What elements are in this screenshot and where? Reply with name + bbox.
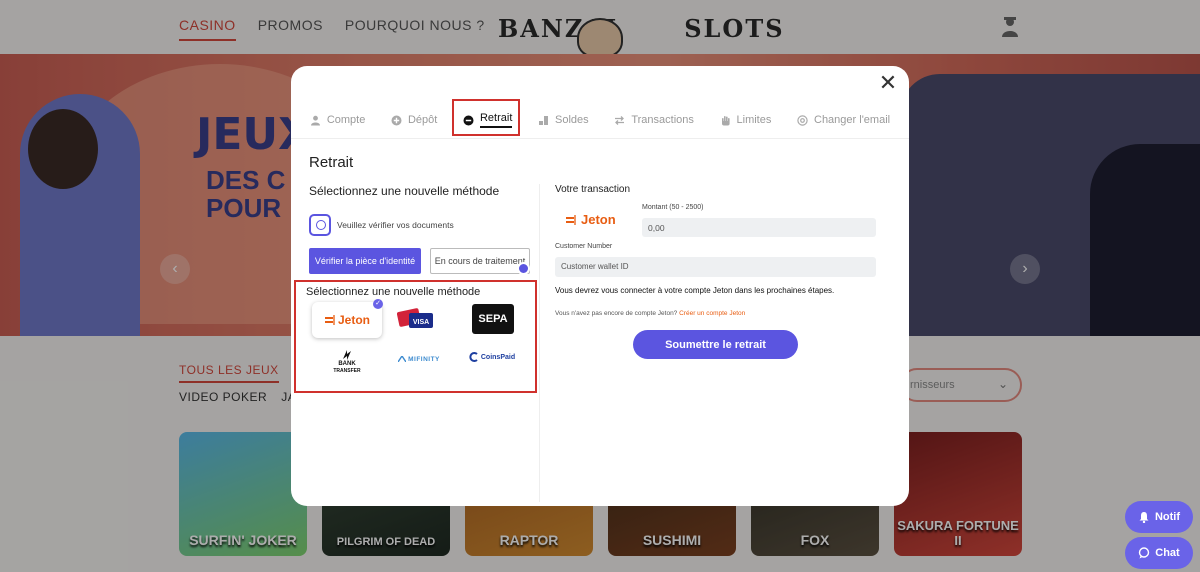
selected-method-name: Jeton [581, 212, 616, 227]
method-sepa[interactable]: SEPA [472, 304, 514, 334]
visa-card-icon: VISA [397, 308, 433, 328]
method-label: Jeton [337, 313, 370, 327]
submit-withdrawal-button[interactable]: Soumettre le retrait [633, 330, 798, 359]
methods-title: Sélectionnez une nouvelle méthode [306, 286, 481, 298]
withdrawal-tab-highlight [452, 99, 520, 136]
at-icon [797, 114, 808, 126]
tab-deposit[interactable]: Dépôt [391, 110, 437, 130]
selected-method-logo: Jeton [565, 212, 616, 227]
visa-text: VISA [413, 319, 429, 326]
transaction-column: Votre transaction Jeton Montant (50 - 25… [555, 184, 895, 359]
mifinity-logo-icon [398, 356, 407, 362]
tab-label: Transactions [631, 114, 694, 126]
withdrawal-modal: ✕ Compte Dépôt Retrait Soldes Transactio… [291, 66, 909, 506]
jeton-logo-icon [324, 315, 335, 325]
tab-account[interactable]: Compte [310, 110, 366, 130]
method-jeton[interactable]: Jeton [312, 302, 382, 338]
method-label: SEPA [478, 313, 508, 325]
verify-documents-note: Veuillez vérifier vos documents [309, 214, 454, 236]
tab-limits[interactable]: Limites [720, 110, 772, 130]
tab-transactions[interactable]: Transactions [614, 110, 694, 130]
bell-icon [1139, 512, 1149, 523]
verify-note-text: Veuillez vérifier vos documents [337, 220, 454, 230]
tab-change-email[interactable]: Changer l'email [797, 110, 890, 130]
swap-arrows-icon [615, 115, 625, 125]
method-label: CoinsPaid [480, 353, 516, 361]
no-account-text: Vous n'avez pas encore de compte Jeton? … [555, 310, 745, 317]
tab-label: Soldes [555, 114, 589, 126]
tab-balances[interactable]: Soldes [538, 110, 589, 130]
tab-label: Limites [736, 114, 772, 126]
method-visa[interactable]: VISA [397, 308, 437, 330]
amount-input[interactable]: 0,00 [642, 218, 876, 237]
plus-circle-icon [391, 115, 402, 125]
coinspaid-logo-icon [469, 352, 478, 362]
notification-button[interactable]: Notif [1125, 501, 1193, 533]
method-mifinity[interactable]: MIFINITY [395, 352, 443, 366]
chat-bubble-icon [1139, 547, 1150, 559]
hand-icon [721, 115, 730, 125]
coins-icon [539, 115, 549, 125]
processing-button[interactable]: En cours de traitement [430, 248, 530, 274]
account-tabs: Compte Dépôt Retrait Soldes Transactions… [291, 110, 909, 140]
column-divider [539, 184, 540, 502]
transaction-title: Votre transaction [555, 184, 631, 195]
customer-number-label: Customer Number [555, 243, 613, 250]
method-label: BANK [338, 361, 356, 367]
tab-label: Compte [326, 114, 366, 126]
close-icon[interactable]: ✕ [877, 72, 899, 94]
tab-label: Changer l'email [814, 114, 891, 126]
verify-id-button[interactable]: Vérifier la pièce d'identité [309, 248, 421, 274]
processing-spinner-icon [517, 262, 530, 275]
amount-label: Montant (50 - 2500) [642, 204, 704, 211]
chat-button[interactable]: Chat [1125, 537, 1193, 569]
method-column: Sélectionnez une nouvelle méthode Veuill… [309, 184, 539, 275]
create-account-link[interactable]: Créer un compte Jeton [679, 310, 745, 317]
user-icon [310, 115, 320, 125]
notification-label: Notif [1154, 511, 1181, 523]
method-bank-transfer[interactable]: BANK TRANSFER [327, 348, 367, 376]
method-label: MIFINITY [408, 355, 440, 363]
no-account-question: Vous n'avez pas encore de compte Jeton? [555, 310, 678, 317]
login-notice: Vous devrez vous connecter à votre compt… [555, 286, 835, 295]
customer-wallet-input[interactable]: Customer wallet ID [555, 257, 876, 277]
method-coinspaid[interactable]: CoinsPaid [467, 350, 517, 364]
tab-label: Dépôt [407, 114, 438, 126]
tabs-divider [291, 138, 909, 139]
jeton-logo-icon [566, 214, 576, 225]
method-sublabel: TRANSFER [333, 368, 361, 374]
section-title: Sélectionnez une nouvelle méthode [309, 184, 500, 198]
selected-check-icon: ✓ [373, 299, 383, 309]
bank-transfer-icon [343, 350, 351, 360]
chat-label: Chat [1155, 547, 1180, 559]
face-scan-icon [309, 214, 331, 236]
modal-title: Retrait [309, 154, 354, 171]
